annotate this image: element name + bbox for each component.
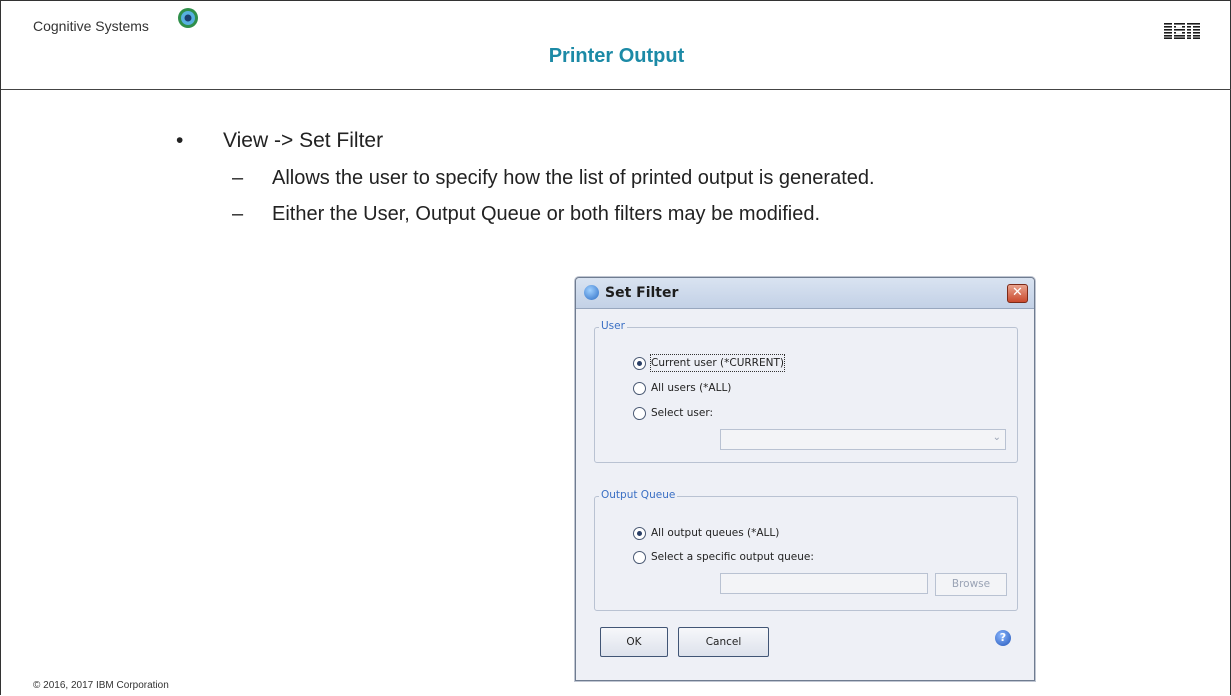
radio-button-selected[interactable] [633,527,646,540]
subbullet-marker: – [232,203,244,225]
radio-label: Select a specific output queue: [651,551,814,563]
help-icon[interactable]: ? [995,630,1011,646]
header-divider [1,89,1231,90]
subbullet-item: – Allows the user to specify how the lis… [176,167,875,190]
radio-button[interactable] [633,551,646,564]
slide: Cognitive Systems Printer Output • View … [0,0,1231,695]
subbullet-text: Either the User, Output Queue or both fi… [272,203,821,225]
radio-label: Select user: [651,407,713,419]
radio-label: All output queues (*ALL) [651,527,780,539]
brand-label: Cognitive Systems [33,18,149,34]
page-title: Printer Output [548,45,685,67]
ok-button[interactable]: OK [600,627,668,657]
browse-button[interactable]: Browse [935,573,1007,596]
dialog-titlebar[interactable]: Set Filter ✕ [576,278,1034,309]
cancel-button[interactable]: Cancel [678,627,769,657]
output-queue-legend: Output Queue [599,489,678,501]
output-queue-input[interactable] [720,573,928,594]
subbullet-item: – Either the User, Output Queue or both … [176,203,875,226]
content-bullets: • View -> Set Filter – Allows the user t… [176,129,875,239]
copyright-footer: © 2016, 2017 IBM Corporation [33,680,169,691]
app-icon [584,285,599,300]
radio-label: All users (*ALL) [651,382,732,394]
subbullet-marker: – [232,167,244,189]
cognitive-systems-logo [178,8,198,28]
subbullet-text: Allows the user to specify how the list … [272,167,875,189]
bullet-item: • View -> Set Filter [176,129,875,153]
ibm-logo [1164,23,1200,39]
close-icon[interactable]: ✕ [1007,284,1028,303]
radio-button[interactable] [633,382,646,395]
bullet-text: View -> Set Filter [223,129,384,152]
radio-label: Current user (*CURRENT) [650,354,785,372]
radio-button[interactable] [633,407,646,420]
bullet-marker: • [176,129,184,152]
user-group-legend: User [599,320,627,332]
set-filter-dialog: Set Filter ✕ User Current user (*CURRENT… [575,277,1035,681]
radio-button-selected[interactable] [633,357,646,370]
chevron-down-icon[interactable]: ⌄ [993,432,1001,443]
select-user-combobox[interactable]: ⌄ [720,429,1006,450]
dialog-title: Set Filter [605,285,679,301]
